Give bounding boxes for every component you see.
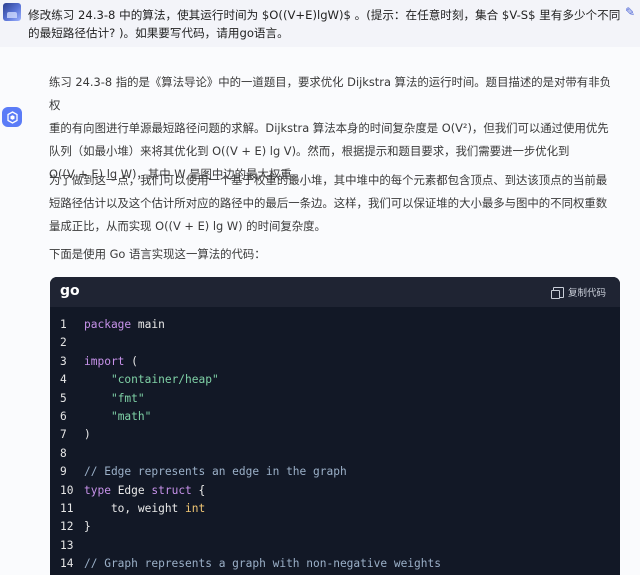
line-number: 3 <box>60 354 67 368</box>
answer-line: 队列（如最小堆）来将其优化到 O((V + E) lg V)。然而，根据提示和题… <box>49 144 570 158</box>
code-line: 5 "fmt" <box>50 390 620 408</box>
code-line: 6 "math" <box>50 408 620 426</box>
code-line: 2 <box>50 334 620 352</box>
answer-line: 重的有向图进行单源最短路径问题的求解。Dijkstra 算法本身的时间复杂度是 … <box>49 121 609 135</box>
answer-paragraph-2: 为了做到这一点，我们可以使用一个基于权重的最小堆，其中堆中的每个元素都包含顶点、… <box>49 169 619 238</box>
answer-paragraph-3: 下面是使用 Go 语言实现这一算法的代码： <box>49 247 266 261</box>
line-number: 2 <box>60 336 67 350</box>
user-message-row: 修改练习 24.3-8 中的算法，使其运行时间为 $O((V+E)lgW)$ 。… <box>0 0 640 47</box>
code-line: 4 "container/heap" <box>50 371 620 389</box>
line-number: 10 <box>60 483 74 497</box>
line-number: 9 <box>60 465 67 479</box>
code-text: import ( <box>84 354 138 368</box>
code-line: 7) <box>50 426 620 444</box>
code-line: 10 type Edge struct { <box>50 482 620 500</box>
code-line: 8 <box>50 445 620 463</box>
code-text: // Edge represents an edge in the graph <box>84 465 347 479</box>
line-number: 14 <box>60 557 74 571</box>
code-text: "math" <box>110 409 152 423</box>
edit-icon[interactable]: ✎ <box>623 5 637 19</box>
answer-line: 练习 24.3-8 指的是《算法导论》中的一道题目，要求优化 Dijkstra … <box>49 75 611 112</box>
code-text: package main <box>84 318 165 331</box>
user-avatar <box>3 3 21 21</box>
line-number: 12 <box>60 520 74 534</box>
line-number: 6 <box>60 409 67 423</box>
code-language-label: go <box>60 283 80 299</box>
code-text: } <box>84 520 91 534</box>
code-line: 1 package main <box>50 316 620 334</box>
code-text: "container/heap" <box>110 373 219 387</box>
answer-line: 量成正比，从而实现 O((V + E) lg W) 的时间复杂度。 <box>49 219 326 233</box>
code-line: 11 to, weight int <box>50 500 620 518</box>
line-number: 8 <box>60 446 67 460</box>
code-block: go 复制代码 1 package main 2 3 import ( 4 "contai… <box>50 277 620 575</box>
copy-icon <box>550 286 564 299</box>
line-number: 4 <box>60 373 67 387</box>
code-text: type Edge struct { <box>84 483 206 497</box>
code-line: 13 <box>50 537 620 555</box>
line-number: 7 <box>60 428 67 442</box>
line-number: 1 <box>60 318 67 331</box>
code-block-header: go 复制代码 <box>50 277 620 307</box>
code-text: // Graph represents a graph with non-neg… <box>84 557 441 571</box>
code-text: ) <box>84 428 91 442</box>
code-line: 3 import ( <box>50 353 620 371</box>
answer-line: 为了做到这一点，我们可以使用一个基于权重的最小堆，其中堆中的每个元素都包含顶点、… <box>49 173 608 187</box>
code-line: 12} <box>50 518 620 536</box>
line-number: 5 <box>60 391 67 405</box>
code-body: 1 package main 2 3 import ( 4 "container/heap… <box>50 307 620 573</box>
copy-code-label: 复制代码 <box>567 288 606 299</box>
user-message-text: 修改练习 24.3-8 中的算法，使其运行时间为 $O((V+E)lgW)$ 。… <box>28 8 621 40</box>
assistant-logo-icon <box>6 110 18 124</box>
code-text: to, weight int <box>84 501 206 515</box>
line-number: 13 <box>60 538 74 552</box>
assistant-avatar <box>2 107 22 127</box>
code-text: "fmt" <box>110 391 145 405</box>
code-line: 14 // Graph represents a graph with non-n… <box>50 555 620 573</box>
copy-code-button[interactable]: 复制代码 <box>550 285 606 299</box>
code-line: 9 // Edge represents an edge in the graph <box>50 463 620 481</box>
line-number: 11 <box>60 501 74 515</box>
answer-line: 短路径估计以及这个估计所对应的路径中的最后一条边。这样，我们可以保证堆的大小最多… <box>49 196 608 210</box>
